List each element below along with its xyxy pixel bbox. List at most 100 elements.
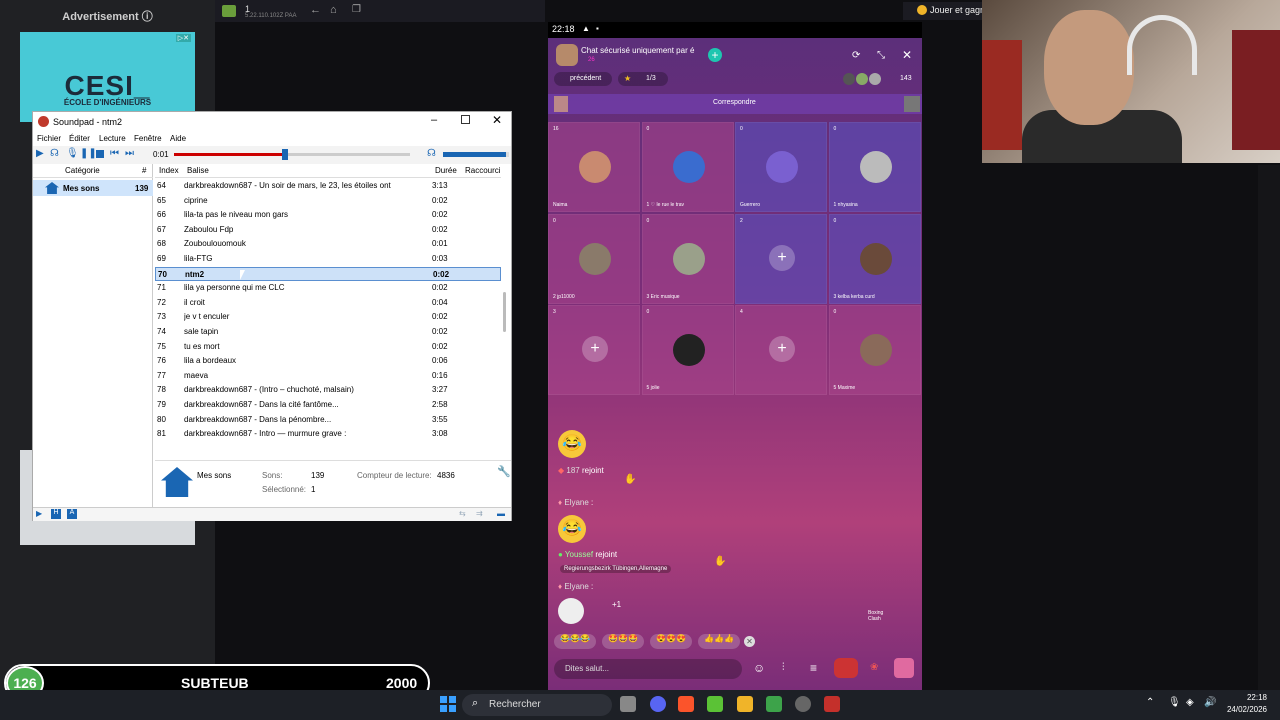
match-banner[interactable]: Correspondre: [548, 94, 922, 114]
sound-row[interactable]: 65 ciprine 0:02: [155, 194, 501, 209]
empty-seat-plus-icon[interactable]: +: [582, 336, 608, 362]
window-titlebar[interactable]: Soundpad - ntm2 – ✕: [33, 112, 511, 132]
wave-icon[interactable]: ✋: [714, 556, 726, 567]
game-icon[interactable]: [834, 658, 858, 678]
shortcut-column-header[interactable]: Raccourci: [465, 166, 501, 175]
category-column-header[interactable]: Catégorie: [65, 166, 100, 175]
headphones-icon[interactable]: ☊: [50, 148, 59, 159]
seat[interactable]: 0 3 kelba kerba curd: [828, 213, 921, 304]
seat[interactable]: 16 Naima: [548, 122, 640, 212]
seat-avatar[interactable]: [859, 242, 892, 275]
seat[interactable]: 0 1 nhyasina: [828, 122, 921, 212]
index-column-header[interactable]: Index: [159, 166, 179, 175]
ad-choices-icon[interactable]: ▷✕: [175, 34, 191, 42]
sound-row[interactable]: 77 maeva 0:16: [155, 369, 501, 384]
wave-icon[interactable]: ✋: [624, 474, 636, 485]
seat-avatar[interactable]: [579, 242, 611, 275]
room-title[interactable]: Chat sécurisé uniquement par é: [581, 46, 706, 55]
sound-row[interactable]: 76 lila a bordeaux 0:06: [155, 354, 501, 369]
sound-row[interactable]: 74 sale tapin 0:02: [155, 325, 501, 340]
sound-row[interactable]: 71 lila ya personne qui me CLC 0:02: [155, 281, 501, 296]
seat-avatar[interactable]: [859, 334, 892, 366]
viewer-avatar[interactable]: [869, 73, 881, 85]
close-button[interactable]: ✕: [492, 113, 502, 127]
clock-date[interactable]: 24/02/2026: [1222, 705, 1267, 714]
emoji-icon[interactable]: ☺: [753, 661, 765, 675]
seat[interactable]: 0 5 jolie: [641, 305, 734, 395]
chat-icon[interactable]: ▬: [497, 509, 505, 518]
progress-handle[interactable]: [281, 149, 288, 160]
menu-fichier[interactable]: Fichier: [37, 134, 61, 143]
page-indicator[interactable]: ★ 1/3: [618, 72, 668, 86]
network-icon[interactable]: ◈: [1186, 697, 1194, 708]
empty-seat-plus-icon[interactable]: +: [769, 244, 795, 271]
duree-column-header[interactable]: Durée: [435, 166, 457, 175]
quick-emoji-laugh[interactable]: 😂😂😂: [554, 634, 596, 649]
menu-editer[interactable]: Éditer: [69, 134, 90, 143]
clock-time[interactable]: 22:18: [1222, 693, 1267, 702]
maximize-button[interactable]: [461, 115, 470, 124]
volume-slider[interactable]: [443, 152, 509, 157]
boxing-clash-label[interactable]: Boxing Clash: [868, 610, 896, 622]
seat-avatar[interactable]: [672, 334, 705, 366]
wrench-icon[interactable]: 🔧: [497, 465, 511, 478]
sound-row[interactable]: 72 il croit 0:04: [155, 296, 501, 311]
sound-row[interactable]: 75 tu es mort 0:02: [155, 340, 501, 355]
previous-icon[interactable]: ⏮: [110, 148, 119, 159]
volume-icon[interactable]: 🔊: [1204, 697, 1216, 708]
sound-row[interactable]: 78 darkbreakdown687 - (Intro – chuchoté, …: [155, 383, 501, 398]
seat[interactable]: 3 +: [548, 305, 640, 395]
sound-row[interactable]: 68 Zouboulouomouk 0:01: [155, 237, 501, 252]
rose-icon[interactable]: ❀: [870, 662, 878, 673]
app-icon[interactable]: [766, 696, 782, 712]
viewer-avatar[interactable]: [843, 73, 855, 85]
viewer-count[interactable]: 143: [900, 75, 912, 82]
youtube-icon[interactable]: [824, 696, 840, 712]
follow-button[interactable]: +: [708, 48, 722, 62]
sound-row[interactable]: 79 darkbreakdown687 - Dans la cité fantôm…: [155, 398, 501, 413]
sound-row[interactable]: 66 lila-ta pas le niveau mon gars 0:02: [155, 208, 501, 223]
seat-avatar[interactable]: [672, 242, 705, 275]
seat[interactable]: 0 Guerrero: [735, 122, 827, 212]
brave-icon[interactable]: [678, 696, 694, 712]
bluestacks-icon[interactable]: [737, 696, 753, 712]
quick-emoji-love[interactable]: 😍😍😍: [650, 634, 692, 649]
next-icon[interactable]: ⏭: [125, 148, 134, 159]
balise-column-header[interactable]: Balise: [187, 166, 209, 175]
seat[interactable]: 0 5 Maxime: [828, 305, 921, 395]
seat[interactable]: 0 3 Eric musique: [641, 213, 734, 304]
menu-lecture[interactable]: Lecture: [99, 134, 126, 143]
sound-row[interactable]: 64 darkbreakdown687 - Un soir de mars, le…: [155, 179, 501, 194]
discord-icon[interactable]: [650, 696, 666, 712]
empty-seat-plus-icon[interactable]: +: [769, 336, 795, 362]
viewer-avatar[interactable]: [856, 73, 868, 85]
multi-window-icon[interactable]: ❐: [352, 4, 361, 15]
menu-aide[interactable]: Aide: [170, 134, 186, 143]
pause-icon[interactable]: ❚❚: [80, 148, 97, 159]
sound-row[interactable]: 67 Zaboulou Fdp 0:02: [155, 223, 501, 238]
headphones-volume-icon[interactable]: ☊: [427, 148, 436, 159]
quick-emoji-thumbs[interactable]: 👍👍👍: [698, 634, 740, 649]
progress-track[interactable]: [174, 153, 410, 156]
back-icon[interactable]: ←: [310, 4, 321, 16]
sound-row[interactable]: 81 darkbreakdown687 - Intro — murmure gra…: [155, 427, 501, 442]
play-icon[interactable]: ▶: [36, 148, 44, 159]
task-view-icon[interactable]: [620, 696, 636, 712]
seat-avatar[interactable]: [672, 151, 705, 183]
sound-row[interactable]: 69 lila-FTG 0:03: [155, 252, 501, 267]
auto-icon[interactable]: A: [67, 509, 77, 519]
obs-icon[interactable]: [795, 696, 811, 712]
count-column-header[interactable]: #: [142, 166, 146, 175]
sound-row[interactable]: 70 ntm2 0:02: [155, 266, 501, 282]
seat[interactable]: 0 2 jp11000: [548, 213, 640, 304]
taskbar-search[interactable]: ⌕ Rechercher: [462, 694, 612, 716]
menu-fenetre[interactable]: Fenêtre: [134, 134, 162, 143]
hotkey-icon[interactable]: H: [51, 509, 61, 519]
start-icon[interactable]: [440, 696, 456, 712]
advertisement-banner[interactable]: ▷✕ CESI_ ÉCOLE D'INGÉNIEURS: [20, 32, 195, 122]
close-room-icon[interactable]: ✕: [902, 48, 912, 62]
repeat-icon[interactable]: ⇆: [459, 509, 466, 518]
seat-avatar[interactable]: [766, 151, 798, 183]
home-icon[interactable]: ⌂: [330, 4, 337, 16]
sound-row[interactable]: 80 darkbreakdown687 - Dans la pénombre...…: [155, 413, 501, 428]
